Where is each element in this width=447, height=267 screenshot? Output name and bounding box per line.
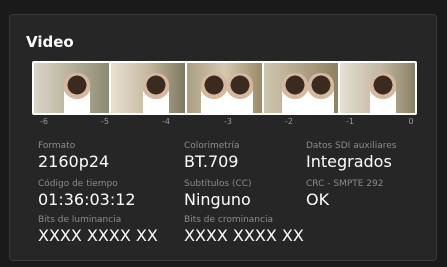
field-value: Ninguno (184, 190, 251, 209)
timeline-ticks: -6 -5 -4 -3 -2 -1 0 (32, 117, 417, 131)
video-thumbnail (110, 63, 186, 113)
field-label: Bits de luminancia (38, 215, 122, 225)
field-timecode: Código de tiempo 01:36:03:12 (38, 179, 136, 209)
field-crc: CRC - SMPTE 292 OK (306, 179, 383, 209)
field-label: Bits de crominancia (184, 215, 273, 225)
field-label: Código de tiempo (38, 179, 118, 189)
field-label: Formato (38, 141, 76, 151)
field-label: Datos SDI auxiliares (306, 141, 397, 151)
field-value: BT.709 (184, 152, 239, 171)
video-thumbnail (340, 63, 415, 113)
tick-label: -4 (162, 117, 170, 126)
video-thumbnail (263, 63, 339, 113)
field-value: 01:36:03:12 (38, 190, 136, 209)
tick-label: -2 (285, 117, 293, 126)
tick-label: 0 (408, 117, 414, 126)
field-label: CRC - SMPTE 292 (306, 179, 384, 189)
field-label: Colorimetría (184, 141, 240, 151)
tick-label: -3 (224, 117, 232, 126)
field-formato: Formato 2160p24 (38, 141, 109, 171)
tick-label: -1 (346, 117, 354, 126)
video-thumbnail (187, 63, 262, 113)
field-colorimetria: Colorimetría BT.709 (184, 141, 240, 171)
field-subtitulos: Subtítulos (CC) Ninguno (184, 179, 252, 209)
thumbnail-strip (32, 61, 417, 115)
field-chroma: Bits de crominancia XXXX XXXX XX (184, 215, 304, 245)
tick-label: -5 (101, 117, 109, 126)
field-value: Integrados (306, 152, 392, 171)
field-value: OK (306, 190, 330, 209)
field-value: XXXX XXXX XX (184, 226, 304, 245)
video-thumbnail (34, 63, 109, 113)
panel-title: Video (26, 33, 74, 51)
field-value: 2160p24 (38, 152, 110, 171)
field-sdi: Datos SDI auxiliares Integrados (306, 141, 396, 171)
tick-label: -6 (40, 117, 48, 126)
field-luma: Bits de luminancia XXXX XXXX XX (38, 215, 158, 245)
field-label: Subtítulos (CC) (184, 179, 252, 189)
field-value: XXXX XXXX XX (38, 226, 158, 245)
